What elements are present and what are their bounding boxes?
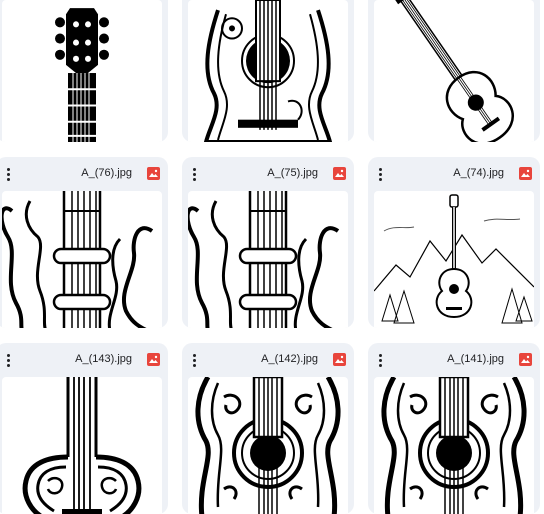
card-header: A_(142).jpg bbox=[182, 343, 354, 377]
file-thumbnail[interactable] bbox=[374, 0, 534, 142]
file-name[interactable]: A_(141).jpg bbox=[447, 353, 504, 365]
file-card[interactable]: A_(143).jpg bbox=[0, 343, 168, 514]
image-file-icon bbox=[519, 353, 532, 366]
file-thumbnail[interactable] bbox=[188, 0, 348, 142]
image-file-icon bbox=[519, 167, 532, 180]
file-name[interactable]: A_(75).jpg bbox=[267, 167, 318, 179]
file-name[interactable]: A_(143).jpg bbox=[75, 353, 132, 365]
image-file-icon bbox=[333, 167, 346, 180]
image-file-icon bbox=[147, 353, 160, 366]
card-header: A_(75).jpg bbox=[182, 157, 354, 191]
more-options-icon[interactable] bbox=[188, 165, 200, 183]
file-card[interactable]: A_(142).jpg bbox=[182, 343, 354, 514]
card-header: A_(141).jpg bbox=[368, 343, 540, 377]
image-file-icon bbox=[333, 353, 346, 366]
file-thumbnail[interactable] bbox=[374, 377, 534, 514]
file-thumbnail[interactable] bbox=[374, 191, 534, 328]
file-thumbnail[interactable] bbox=[2, 0, 162, 142]
file-card[interactable]: A_(75).jpg bbox=[182, 157, 354, 328]
card-header: A_(74).jpg bbox=[368, 157, 540, 191]
card-header: A_(76).jpg bbox=[0, 157, 168, 191]
file-thumbnail[interactable] bbox=[188, 191, 348, 328]
file-thumbnail[interactable] bbox=[2, 191, 162, 328]
file-name[interactable]: A_(74).jpg bbox=[453, 167, 504, 179]
file-card[interactable] bbox=[182, 0, 354, 142]
file-thumbnail[interactable] bbox=[2, 377, 162, 514]
image-file-icon bbox=[147, 167, 160, 180]
more-options-icon[interactable] bbox=[2, 351, 14, 369]
more-options-icon[interactable] bbox=[374, 165, 386, 183]
file-name[interactable]: A_(142).jpg bbox=[261, 353, 318, 365]
file-card[interactable]: A_(141).jpg bbox=[368, 343, 540, 514]
file-thumbnail[interactable] bbox=[188, 377, 348, 514]
more-options-icon[interactable] bbox=[2, 165, 14, 183]
more-options-icon[interactable] bbox=[374, 351, 386, 369]
card-header: A_(143).jpg bbox=[0, 343, 168, 377]
file-name[interactable]: A_(76).jpg bbox=[81, 167, 132, 179]
file-card[interactable] bbox=[368, 0, 540, 142]
file-card[interactable]: A_(74).jpg bbox=[368, 157, 540, 328]
file-card[interactable]: A_(76).jpg bbox=[0, 157, 168, 328]
more-options-icon[interactable] bbox=[188, 351, 200, 369]
file-card[interactable] bbox=[0, 0, 168, 142]
